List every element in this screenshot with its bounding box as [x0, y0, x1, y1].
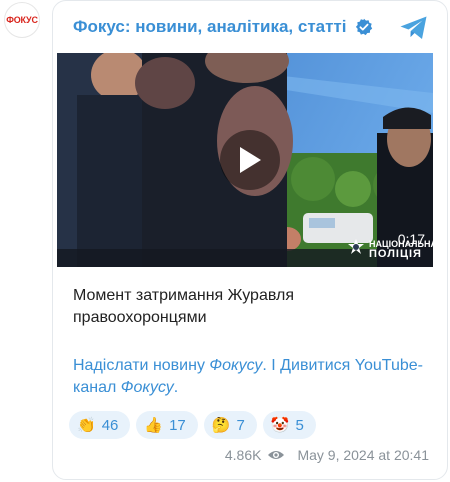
reaction-count: 5 [295, 416, 304, 434]
verified-icon [355, 18, 373, 36]
eye-icon [268, 451, 285, 459]
reaction-clown[interactable]: 🤡 5 [262, 411, 316, 439]
post-card: Фокус: новини, аналітика, статті 0:17 НА… [52, 0, 448, 480]
police-emblem-icon [348, 239, 364, 254]
play-icon [240, 147, 261, 173]
video-player[interactable]: 0:17 НАЦІОНАЛЬНА ПОЛІЦІЯ [57, 53, 433, 267]
police-watermark: НАЦІОНАЛЬНА ПОЛІЦІЯ [347, 239, 433, 260]
send-news-link[interactable]: Надіслати новину Фокусу [73, 357, 262, 374]
reaction-thinking[interactable]: 🤔 7 [203, 411, 257, 439]
channel-avatar[interactable]: ФОКУС [4, 2, 40, 38]
reaction-thumbs-up[interactable]: 👍 17 [136, 411, 198, 439]
send-news-link-brand: Фокусу [209, 357, 263, 374]
watermark-line2: ПОЛІЦІЯ [369, 248, 422, 260]
channel-name[interactable]: Фокус: новини, аналітика, статті [73, 17, 347, 37]
clap-icon: 👏 [77, 416, 96, 434]
telegram-icon[interactable] [399, 15, 429, 41]
thinking-face-icon: 🤔 [211, 416, 231, 434]
post-date[interactable]: May 9, 2024 at 20:41 [297, 447, 429, 463]
play-button[interactable] [220, 130, 280, 190]
post-header: Фокус: новини, аналітика, статті [73, 15, 433, 39]
post-links: Надіслати новину Фокусу. І Дивитися YouT… [73, 355, 433, 399]
reaction-clap[interactable]: 👏 46 [69, 411, 131, 439]
links-end: . [173, 379, 179, 396]
clown-face-icon: 🤡 [270, 416, 290, 434]
links-separator: . І [262, 357, 281, 374]
post-footer: 4.86K May 9, 2024 at 20:41 [225, 447, 429, 463]
reaction-count: 7 [236, 416, 245, 434]
youtube-link-brand: Фокусу [120, 379, 174, 396]
reaction-count: 17 [169, 416, 186, 434]
post-text: Момент затримання Журавля правоохоронцям… [73, 287, 294, 326]
send-news-link-text: Надіслати новину [73, 357, 210, 374]
channel-logo-text: ФОКУС [6, 15, 38, 25]
reaction-count: 46 [101, 416, 119, 434]
view-count: 4.86K [224, 447, 262, 463]
thumbs-up-icon: 👍 [144, 416, 164, 434]
reactions-bar: 👏 46 👍 17 🤔 7 🤡 5 [69, 411, 322, 439]
